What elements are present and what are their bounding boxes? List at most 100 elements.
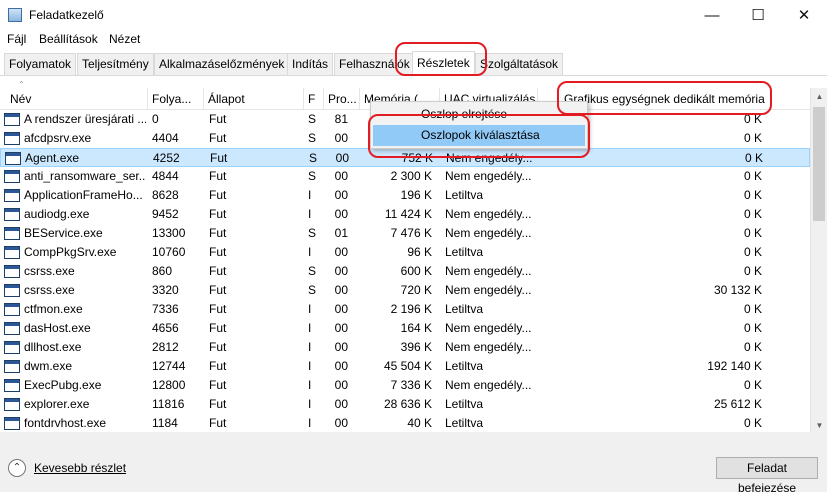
cell-name: ExecPubg.exe — [24, 378, 102, 392]
menu-view[interactable]: Nézet — [109, 32, 140, 46]
cell-status: Fut — [209, 397, 227, 411]
tab-performance[interactable]: Teljesítmény — [77, 53, 154, 75]
table-row[interactable]: dasHost.exe 4656 Fut I 00 164 K Nem engedély..… — [0, 319, 810, 338]
cell-memory: 7 476 K — [390, 226, 432, 240]
cell-cpu: 01 — [334, 226, 348, 240]
table-row[interactable]: ExecPubg.exe 12800 Fut I 00 7 336 K Nem engedé… — [0, 376, 810, 395]
table-row[interactable]: CompPkgSrv.exe 10760 Fut I 00 96 K Letiltva 0 K — [0, 243, 810, 262]
scroll-thumb[interactable] — [813, 107, 825, 221]
menu-file[interactable]: Fájl — [7, 32, 26, 46]
chevron-up-icon[interactable]: ⌃ — [8, 459, 26, 477]
scroll-up-icon[interactable]: ▲ — [811, 88, 827, 105]
table-row[interactable]: BEService.exe 13300 Fut S 01 7 476 K Nem enged… — [0, 224, 810, 243]
cell-pid: 9452 — [152, 207, 179, 221]
cell-gpu-memory: 0 K — [743, 245, 762, 259]
cell-user: S — [308, 131, 317, 145]
cell-uac: Letiltva — [445, 245, 484, 259]
cell-gpu-memory: 25 612 K — [713, 397, 762, 411]
tab-app-history[interactable]: Alkalmazáselőzmények — [154, 53, 290, 75]
maximize-button[interactable]: ☐ — [735, 0, 781, 30]
process-icon — [4, 208, 20, 221]
cell-cpu: 00 — [334, 397, 348, 411]
cell-uac: Letiltva — [445, 188, 484, 202]
cell-status: Fut — [209, 378, 227, 392]
table-row[interactable]: dllhost.exe 2812 Fut I 00 396 K Nem engedély..… — [0, 338, 810, 357]
table-row[interactable]: fontdrvhost.exe 1184 Fut I 00 40 K Letiltva 0 K — [0, 414, 810, 430]
cell-memory: 396 K — [400, 340, 432, 354]
cell-memory: 2 196 K — [390, 302, 432, 316]
menu-item-select-columns[interactable]: Oszlopok kiválasztása — [373, 125, 585, 146]
cell-gpu-memory: 0 K — [743, 131, 762, 145]
cell-gpu-memory: 0 K — [743, 378, 762, 392]
col-header-pid[interactable]: Folya... — [148, 88, 204, 110]
cell-uac: Nem engedély... — [445, 340, 532, 354]
menu-options[interactable]: Beállítások — [39, 32, 98, 46]
table-row[interactable]: ApplicationFrameHo... 8628 Fut I 00 196 K Leti… — [0, 186, 810, 205]
table-row[interactable]: anti_ransomware_ser... 4844 Fut S 00 2 300 K N… — [0, 167, 810, 186]
process-icon — [4, 341, 20, 354]
cell-user: I — [308, 359, 312, 373]
table-row[interactable]: explorer.exe 11816 Fut I 00 28 636 K Letiltva 2… — [0, 395, 810, 414]
horizontal-scrollbar[interactable] — [0, 432, 827, 448]
col-header-name[interactable]: Név — [6, 88, 148, 110]
table-row[interactable]: dwm.exe 12744 Fut I 00 45 504 K Letiltva 192 14… — [0, 357, 810, 376]
cell-cpu: 00 — [334, 378, 348, 392]
cell-user: S — [308, 283, 317, 297]
cell-gpu-memory: 0 K — [743, 416, 762, 430]
cell-user: S — [309, 151, 318, 165]
table-row[interactable]: csrss.exe 3320 Fut S 00 720 K Nem engedély... 3… — [0, 281, 810, 300]
tab-processes[interactable]: Folyamatok — [4, 53, 77, 75]
end-task-button[interactable]: Feladat befejezése — [716, 457, 818, 492]
cell-memory: 11 424 K — [384, 207, 432, 221]
menu-item-hide-column[interactable]: Oszlop elrejtése — [373, 104, 585, 125]
minimize-button[interactable]: — — [689, 0, 735, 30]
cell-user: I — [308, 188, 312, 202]
cell-pid: 7336 — [152, 302, 179, 316]
cell-uac: Letiltva — [445, 302, 484, 316]
tab-users[interactable]: Felhasználók — [334, 53, 415, 75]
table-row[interactable]: csrss.exe 860 Fut S 00 600 K Nem engedély... 0 … — [0, 262, 810, 281]
cell-pid: 4844 — [152, 169, 179, 183]
cell-uac: Nem engedély... — [445, 264, 532, 278]
table-row[interactable]: audiodg.exe 9452 Fut I 00 11 424 K Nem engedél… — [0, 205, 810, 224]
process-icon — [5, 152, 21, 165]
process-icon — [4, 303, 20, 316]
col-header-cpu[interactable]: Pro... — [324, 88, 360, 110]
cell-memory: 196 K — [400, 188, 432, 202]
cell-pid: 0 — [152, 112, 159, 126]
cell-user: I — [308, 207, 312, 221]
cell-uac: Nem engedély... — [445, 169, 532, 183]
cell-user: I — [308, 416, 312, 430]
cell-gpu-memory: 0 K — [743, 321, 762, 335]
fewer-details-link[interactable]: Kevesebb részlet — [34, 461, 126, 475]
cell-uac: Nem engedély... — [445, 378, 532, 392]
process-icon — [4, 113, 20, 126]
process-icon — [4, 360, 20, 373]
cell-pid: 1184 — [152, 416, 178, 430]
process-list[interactable]: A rendszer üresjárati ... 0 Fut S 81 0 K afcdp… — [0, 110, 810, 430]
process-icon — [4, 189, 20, 202]
col-header-user[interactable]: F — [304, 88, 324, 110]
process-icon — [4, 284, 20, 297]
tab-services[interactable]: Szolgáltatások — [475, 53, 564, 75]
cell-uac: Letiltva — [445, 397, 484, 411]
cell-status: Fut — [209, 264, 227, 278]
table-row[interactable]: Agent.exe 4252 Fut S 00 752 K Nem engedély... 0… — [0, 148, 810, 167]
tab-details[interactable]: Részletek — [412, 51, 475, 76]
cell-memory: 2 300 K — [390, 169, 432, 183]
cell-uac: Nem engedély... — [446, 151, 533, 165]
cell-gpu-memory: 0 K — [743, 302, 762, 316]
cell-name: audiodg.exe — [24, 207, 90, 221]
tab-startup[interactable]: Indítás — [287, 53, 334, 75]
cell-cpu: 00 — [334, 264, 348, 278]
table-row[interactable]: ctfmon.exe 7336 Fut I 00 2 196 K Letiltva 0 K — [0, 300, 810, 319]
cell-user: I — [308, 302, 312, 316]
cell-pid: 8628 — [152, 188, 179, 202]
tab-bar: Folyamatok Teljesítmény Alkalmazáselőzmé… — [0, 51, 827, 76]
cell-status: Fut — [209, 359, 227, 373]
cell-memory: 28 636 K — [383, 397, 432, 411]
cell-status: Fut — [209, 112, 227, 126]
vertical-scrollbar[interactable]: ▲ ▼ — [810, 88, 827, 434]
close-button[interactable]: ✕ — [781, 0, 827, 30]
col-header-status[interactable]: Állapot — [204, 88, 304, 110]
